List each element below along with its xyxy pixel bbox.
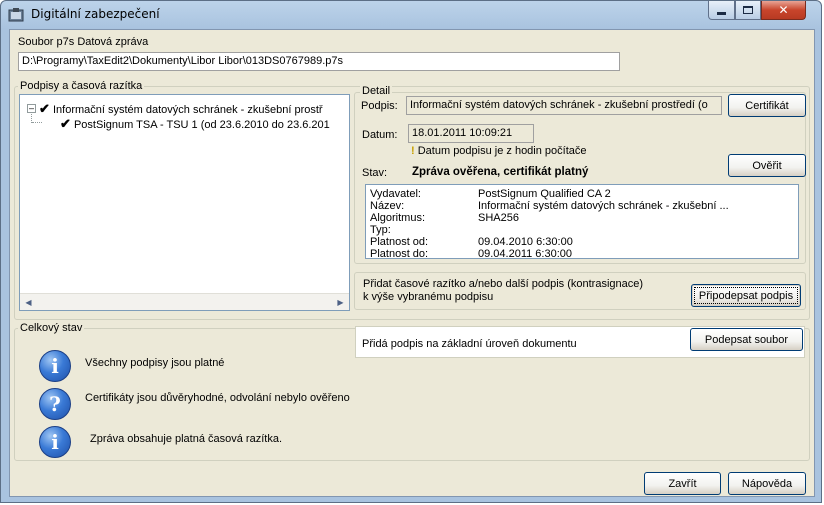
signature-label: Podpis: [361,100,398,112]
file-label: Soubor p7s Datová zpráva [18,36,149,48]
cert-key: Platnost od: [370,236,429,248]
minimize-button[interactable] [708,1,735,20]
cert-key: Vydavatel: [370,188,421,200]
cosign-text-line1: Přidat časové razítko a/nebo další podpi… [363,278,644,290]
close-button[interactable]: ✕ [761,1,806,20]
info-icon: i [39,426,71,458]
checkmark-icon: ✔ [60,116,71,131]
tree-item-child[interactable]: ✔ PostSignum TSA - TSU 1 (od 23.6.2010 d… [60,116,330,132]
cert-value: Informační systém datových schránek - zk… [478,200,729,212]
scroll-left-icon[interactable]: ◀ [20,294,37,311]
cosign-button[interactable]: Připodepsat podpis [691,284,801,307]
cert-key: Platnost do: [370,248,429,260]
cert-value: 09.04.2011 6:30:00 [478,248,572,260]
cert-value: 09.04.2010 6:30:00 [478,236,573,248]
verify-button[interactable]: Ověřit [728,154,806,177]
app-icon [8,7,24,23]
detail-group-title: Detail [360,85,393,97]
date-field[interactable]: 18.01.2011 10:09:21 [408,124,534,143]
cert-value: PostSignum Qualified CA 2 [478,188,611,200]
certificate-info-box[interactable]: Vydavatel: PostSignum Qualified CA 2 Náz… [365,184,799,260]
signature-tree[interactable]: – ✔ Informační systém datových schránek … [19,94,350,311]
signatures-group-title: Podpisy a časová razítka [18,80,145,92]
date-note-text: Datum podpisu je z hodin počítače [417,145,587,157]
help-button[interactable]: Nápověda [728,472,806,495]
tree-item-root[interactable]: ✔ Informační systém datových schránek - … [39,101,323,117]
certificate-button[interactable]: Certifikát [728,94,806,117]
status-label: Stav: [362,167,388,179]
overall-status-text: Certifikáty jsou důvěryhodné, odvolání n… [85,392,350,404]
overall-status-text: Zpráva obsahuje platná časová razítka. [90,433,283,445]
dialog-client-area: Soubor p7s Datová zpráva D:\Programy\Tax… [9,29,815,497]
warning-icon: ! [411,145,415,157]
maximize-icon [743,6,753,14]
title-bar[interactable]: Digitální zabezpečení ✕ [1,1,823,29]
scroll-right-icon[interactable]: ▶ [332,294,349,311]
tree-item-label: Informační systém datových schránek - zk… [52,104,323,116]
window-title: Digitální zabezpečení [31,7,160,21]
sign-file-button[interactable]: Podepsat soubor [690,328,803,351]
status-value: Zpráva ověřena, certifikát platný [412,166,589,178]
tree-collapse-toggle[interactable]: – [27,104,36,113]
sign-document-text: Přidá podpis na základní úroveň dokument… [362,338,577,350]
signature-field[interactable]: Informační systém datových schránek - zk… [406,96,722,115]
checkmark-icon: ✔ [39,101,50,116]
cert-key: Typ: [370,224,391,236]
cert-key: Název: [370,200,405,212]
date-note: ! Datum podpisu je z hodin počítače [411,145,587,157]
tree-horizontal-scrollbar[interactable]: ◀ ▶ [20,293,349,310]
overall-status-group-title: Celkový stav [18,322,85,334]
close-icon: ✕ [778,3,789,17]
overall-status-text: Všechny podpisy jsou platné [85,357,225,369]
maximize-button[interactable] [735,1,761,20]
dialog-window: Digitální zabezpečení ✕ Soubor p7s Datov… [0,0,822,503]
info-icon: i [39,350,71,382]
tree-line [32,122,42,123]
minimize-icon [717,11,726,15]
file-path-field[interactable]: D:\Programy\TaxEdit2\Dokumenty\Libor Lib… [18,52,620,71]
cert-key: Algoritmus: [370,212,426,224]
tree-item-label: PostSignum TSA - TSU 1 (od 23.6.2010 do … [73,119,330,131]
cert-value: SHA256 [478,212,519,224]
close-dialog-button[interactable]: Zavřít [644,472,721,495]
cosign-text-line2: k výše vybranému podpisu [363,291,494,303]
date-label: Datum: [362,129,398,141]
question-icon: ? [39,388,71,420]
